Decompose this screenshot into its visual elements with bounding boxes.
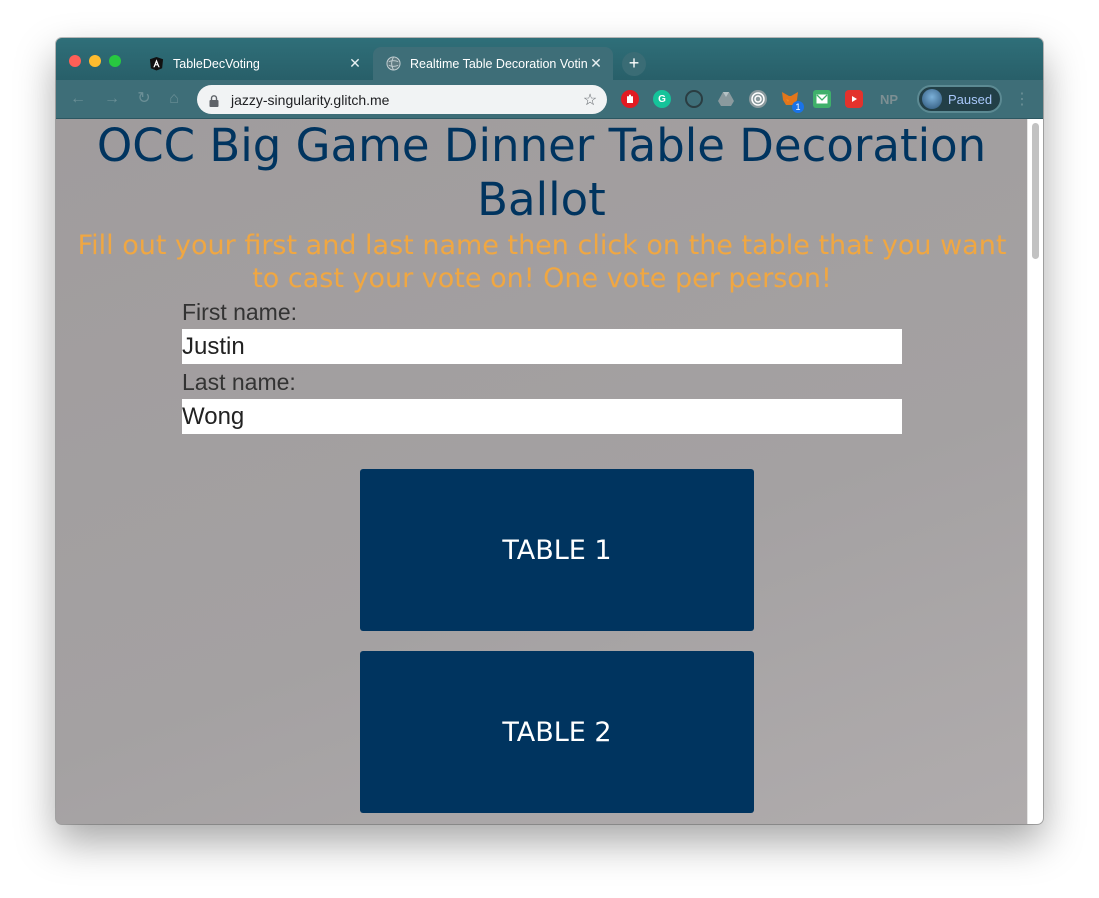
profile-status: Paused xyxy=(948,91,993,107)
globe-icon xyxy=(385,56,401,72)
target-icon[interactable] xyxy=(749,90,767,108)
scrollbar[interactable] xyxy=(1027,119,1043,824)
first-name-input[interactable] xyxy=(182,329,902,364)
close-tab-icon[interactable]: ✕ xyxy=(346,55,364,72)
tab-title: Realtime Table Decoration Voting xyxy=(410,56,587,71)
np-icon[interactable]: NP xyxy=(876,90,902,108)
extension-badge: 1 xyxy=(792,101,804,113)
address-bar[interactable]: jazzy-singularity.glitch.me ☆ xyxy=(197,85,607,114)
circle-icon[interactable] xyxy=(685,90,703,108)
back-icon[interactable]: ← xyxy=(68,89,88,109)
tab-title: TableDecVoting xyxy=(173,56,260,71)
url-text: jazzy-singularity.glitch.me xyxy=(231,91,390,108)
browser-toolbar: ← → ↻ ⌂ jazzy-singularity.glitch.me ☆ G … xyxy=(56,80,1043,119)
minimize-window-button[interactable] xyxy=(89,55,101,67)
page-instructions: Fill out your first and last name then c… xyxy=(77,230,1007,294)
last-name-label: Last name: xyxy=(182,369,296,395)
tab-realtime-voting[interactable]: Realtime Table Decoration Voting ✕ xyxy=(373,47,613,80)
zoom-window-button[interactable] xyxy=(109,55,121,67)
browser-window: TableDecVoting ✕ Realtime Table Decorati… xyxy=(56,38,1043,824)
drive-icon[interactable] xyxy=(717,90,735,108)
table-2-button[interactable]: TABLE 2 xyxy=(360,651,754,813)
profile-button[interactable]: Paused xyxy=(917,85,1002,113)
home-icon[interactable]: ⌂ xyxy=(164,89,184,109)
lock-icon xyxy=(209,94,219,107)
ublock-icon[interactable] xyxy=(621,90,639,108)
avatar xyxy=(922,89,942,109)
last-name-input[interactable] xyxy=(182,399,902,434)
close-tab-icon[interactable]: ✕ xyxy=(587,55,605,72)
page-title: OCC Big Game Dinner Table Decoration Bal… xyxy=(96,119,987,226)
menu-icon[interactable]: ⋮ xyxy=(1014,89,1030,109)
forward-icon[interactable]: → xyxy=(102,89,122,109)
new-tab-button[interactable]: + xyxy=(622,52,646,76)
tab-tabledecvoting[interactable]: TableDecVoting ✕ xyxy=(136,47,372,80)
page-content: OCC Big Game Dinner Table Decoration Bal… xyxy=(56,119,1027,824)
first-name-label: First name: xyxy=(182,299,298,325)
email-icon[interactable] xyxy=(813,90,831,108)
grammarly-icon[interactable]: G xyxy=(653,90,671,108)
reload-icon[interactable]: ↻ xyxy=(134,89,154,109)
angular-icon xyxy=(148,56,164,72)
close-window-button[interactable] xyxy=(69,55,81,67)
tab-strip: TableDecVoting ✕ Realtime Table Decorati… xyxy=(56,38,1043,80)
bookmark-star-icon[interactable]: ☆ xyxy=(579,90,601,110)
scrollbar-thumb[interactable] xyxy=(1032,123,1039,259)
table-1-button[interactable]: TABLE 1 xyxy=(360,469,754,631)
youtube-icon[interactable] xyxy=(845,90,863,108)
